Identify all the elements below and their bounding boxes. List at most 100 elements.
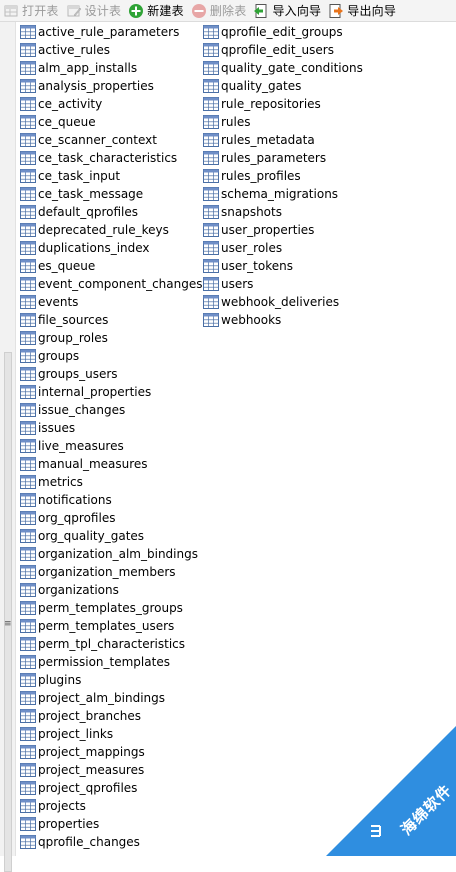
table-list-item[interactable]: org_qprofiles (20, 509, 202, 527)
table-list-item[interactable]: ce_task_input (20, 167, 202, 185)
table-list-item[interactable]: permission_templates (20, 653, 202, 671)
table-list-item[interactable]: alm_app_installs (20, 59, 202, 77)
table-name: org_quality_gates (38, 529, 145, 543)
table-icon (203, 151, 219, 165)
table-list-item[interactable]: org_quality_gates (20, 527, 202, 545)
table-list-item[interactable]: projects (20, 797, 202, 815)
table-list-item[interactable]: project_branches (20, 707, 202, 725)
table-list-item[interactable]: es_queue (20, 257, 202, 275)
table-list-item[interactable]: issue_changes (20, 401, 202, 419)
table-list-item[interactable]: quality_gate_conditions (203, 59, 363, 77)
table-list-item[interactable]: event_component_changes (20, 275, 202, 293)
table-list-item[interactable]: ce_task_characteristics (20, 149, 202, 167)
table-name: ce_task_message (38, 187, 144, 201)
table-list-item[interactable]: qprofile_edit_users (203, 41, 363, 59)
table-list-item[interactable]: project_alm_bindings (20, 689, 202, 707)
table-list-item[interactable]: duplications_index (20, 239, 202, 257)
table-icon (20, 493, 36, 507)
table-list-item[interactable]: default_qprofiles (20, 203, 202, 221)
table-list-item[interactable]: active_rule_parameters (20, 23, 202, 41)
table-list-item[interactable]: organization_alm_bindings (20, 545, 202, 563)
table-list-item[interactable]: perm_tpl_characteristics (20, 635, 202, 653)
table-list-item[interactable]: ce_task_message (20, 185, 202, 203)
table-list-item[interactable]: webhook_deliveries (203, 293, 363, 311)
table-list-item[interactable]: manual_measures (20, 455, 202, 473)
table-list-item[interactable]: project_measures (20, 761, 202, 779)
table-list-item[interactable]: qprofile_changes (20, 833, 202, 851)
table-name: project_qprofiles (38, 781, 138, 795)
table-list-item[interactable]: project_mappings (20, 743, 202, 761)
table-list-item[interactable]: rules_parameters (203, 149, 363, 167)
table-icon (20, 457, 36, 471)
table-icon (20, 745, 36, 759)
table-list-item[interactable]: file_sources (20, 311, 202, 329)
table-list-item[interactable]: user_tokens (203, 257, 363, 275)
table-list-item[interactable]: active_rules (20, 41, 202, 59)
table-list-item[interactable]: notifications (20, 491, 202, 509)
table-icon (20, 205, 36, 219)
table-list-item[interactable]: properties (20, 815, 202, 833)
export-wizard-button[interactable]: 导出向导 (325, 0, 400, 22)
table-list-item[interactable]: webhooks (203, 311, 363, 329)
table-list-item[interactable]: rules_metadata (203, 131, 363, 149)
table-name: plugins (38, 673, 82, 687)
new-table-button[interactable]: 新建表 (125, 0, 188, 22)
table-list-item[interactable]: qprofile_edit_groups (203, 23, 363, 41)
table-list-item[interactable]: user_roles (203, 239, 363, 257)
table-list-item[interactable]: perm_templates_groups (20, 599, 202, 617)
table-list-item[interactable]: rules_profiles (203, 167, 363, 185)
table-list-item[interactable]: groups_users (20, 365, 202, 383)
table-icon (203, 205, 219, 219)
import-wizard-label: 导入向导 (272, 4, 322, 18)
table-list-item[interactable]: events (20, 293, 202, 311)
table-list-item[interactable]: ce_scanner_context (20, 131, 202, 149)
table-list-item[interactable]: users (203, 275, 363, 293)
table-icon (20, 763, 36, 777)
table-list-item[interactable]: ce_queue (20, 113, 202, 131)
table-list-item[interactable]: analysis_properties (20, 77, 202, 95)
table-name: alm_app_installs (38, 61, 138, 75)
splitter-handle[interactable] (4, 352, 12, 872)
table-list-item[interactable]: organization_members (20, 563, 202, 581)
table-list-item[interactable]: metrics (20, 473, 202, 491)
table-list-item[interactable]: project_links (20, 725, 202, 743)
table-name: schema_migrations (221, 187, 339, 201)
table-list-item[interactable]: ce_activity (20, 95, 202, 113)
table-name: project_mappings (38, 745, 145, 759)
delete-table-button[interactable]: 删除表 (188, 0, 251, 22)
table-name: users (221, 277, 254, 291)
table-name: perm_templates_users (38, 619, 175, 633)
open-table-button[interactable]: 打开表 (0, 0, 63, 22)
table-list-item[interactable]: snapshots (203, 203, 363, 221)
table-list-item[interactable]: schema_migrations (203, 185, 363, 203)
table-icon (203, 313, 219, 327)
table-list-item[interactable]: quality_gates (203, 77, 363, 95)
table-list-item[interactable]: organizations (20, 581, 202, 599)
table-list-item[interactable]: perm_templates_users (20, 617, 202, 635)
table-list-item[interactable]: live_measures (20, 437, 202, 455)
table-name: rule_repositories (221, 97, 321, 111)
table-list-item[interactable]: groups (20, 347, 202, 365)
table-name: ce_task_input (38, 169, 121, 183)
table-list-item[interactable]: project_qprofiles (20, 779, 202, 797)
table-icon (20, 781, 36, 795)
table-name: organization_alm_bindings (38, 547, 198, 561)
new-table-icon (129, 3, 144, 18)
table-list-item[interactable]: deprecated_rule_keys (20, 221, 202, 239)
table-list-item[interactable]: issues (20, 419, 202, 437)
table-list-item[interactable]: plugins (20, 671, 202, 689)
table-icon (203, 115, 219, 129)
table-name: organization_members (38, 565, 176, 579)
table-list-item[interactable]: group_roles (20, 329, 202, 347)
table-icon (20, 529, 36, 543)
import-wizard-button[interactable]: 导入向导 (250, 0, 325, 22)
table-icon (20, 385, 36, 399)
table-list-item[interactable]: internal_properties (20, 383, 202, 401)
table-list-item[interactable]: rules (203, 113, 363, 131)
table-list-item[interactable]: user_properties (203, 221, 363, 239)
table-name: notifications (38, 493, 112, 507)
table-name: qprofile_changes (38, 835, 140, 849)
table-list-item[interactable]: rule_repositories (203, 95, 363, 113)
design-table-button[interactable]: 设计表 (63, 0, 126, 22)
table-icon (20, 349, 36, 363)
